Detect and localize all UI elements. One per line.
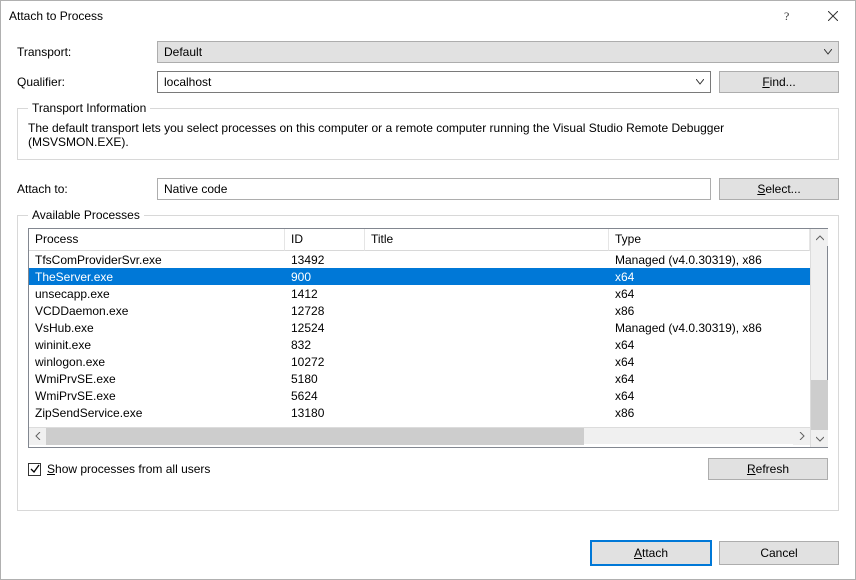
attach-to-value-box: Native code: [157, 178, 711, 200]
horizontal-scrollbar[interactable]: [29, 427, 810, 444]
process-row[interactable]: VsHub.exe12524 Managed (v4.0.30319), x86: [29, 319, 810, 336]
process-row[interactable]: WmiPrvSE.exe5624 x64: [29, 387, 810, 404]
process-cell-process: TheServer.exe: [29, 270, 285, 284]
qualifier-combobox[interactable]: localhost: [157, 71, 711, 93]
process-cell-process: TfsComProviderSvr.exe: [29, 253, 285, 267]
process-cell-id: 12524: [285, 321, 365, 335]
process-cell-process: unsecapp.exe: [29, 287, 285, 301]
qualifier-label: Qualifier:: [17, 75, 157, 89]
process-cell-id: 13180: [285, 406, 365, 420]
vertical-scrollbar[interactable]: [810, 229, 827, 447]
process-row[interactable]: ZipSendService.exe13180 x86: [29, 404, 810, 421]
process-cell-id: 832: [285, 338, 365, 352]
dialog-footer: Attach Cancel: [17, 541, 839, 565]
scroll-down-icon[interactable]: [811, 430, 828, 447]
process-row[interactable]: winlogon.exe10272 x64: [29, 353, 810, 370]
close-button[interactable]: [810, 2, 855, 31]
process-list-header[interactable]: Process ID Title Type: [29, 229, 810, 251]
process-cell-id: 900: [285, 270, 365, 284]
process-listview[interactable]: Process ID Title Type TfsComProviderSvr.…: [28, 228, 828, 448]
attach-to-label: Attach to:: [17, 182, 157, 196]
scroll-right-icon[interactable]: [793, 428, 810, 445]
show-all-users-label[interactable]: Show processes from all users: [47, 462, 210, 476]
column-id[interactable]: ID: [285, 229, 365, 251]
transport-info-legend: Transport Information: [28, 101, 150, 115]
vertical-scroll-thumb[interactable]: [811, 380, 828, 430]
process-row[interactable]: WmiPrvSE.exe5180 x64: [29, 370, 810, 387]
process-cell-type: x64: [609, 389, 810, 403]
column-process[interactable]: Process: [29, 229, 285, 251]
chevron-down-icon: [824, 49, 832, 55]
attach-to-value: Native code: [164, 182, 227, 196]
process-row[interactable]: wininit.exe832 x64: [29, 336, 810, 353]
chevron-down-icon: [696, 79, 704, 85]
process-cell-type: x64: [609, 338, 810, 352]
window-title: Attach to Process: [9, 9, 765, 23]
process-cell-type: x64: [609, 355, 810, 369]
refresh-button[interactable]: Refresh: [708, 458, 828, 480]
process-cell-type: x86: [609, 304, 810, 318]
process-cell-type: x64: [609, 270, 810, 284]
transport-label: Transport:: [17, 45, 157, 59]
qualifier-value: localhost: [164, 75, 211, 89]
column-type[interactable]: Type: [609, 229, 810, 251]
process-cell-process: WmiPrvSE.exe: [29, 372, 285, 386]
process-cell-type: x64: [609, 372, 810, 386]
process-cell-type: x86: [609, 406, 810, 420]
process-cell-type: Managed (v4.0.30319), x86: [609, 321, 810, 335]
transport-info-text: The default transport lets you select pr…: [28, 121, 828, 149]
process-cell-process: wininit.exe: [29, 338, 285, 352]
process-cell-process: VCDDaemon.exe: [29, 304, 285, 318]
process-cell-id: 13492: [285, 253, 365, 267]
horizontal-scroll-thumb[interactable]: [46, 428, 584, 445]
process-cell-id: 12728: [285, 304, 365, 318]
process-cell-id: 5180: [285, 372, 365, 386]
process-cell-id: 5624: [285, 389, 365, 403]
transport-info-group: Transport Information The default transp…: [17, 101, 839, 160]
process-cell-id: 10272: [285, 355, 365, 369]
show-all-users-checkbox[interactable]: [28, 463, 41, 476]
attach-button[interactable]: Attach: [591, 541, 711, 565]
process-cell-process: VsHub.exe: [29, 321, 285, 335]
help-button[interactable]: ?: [765, 2, 810, 31]
process-cell-process: ZipSendService.exe: [29, 406, 285, 420]
process-cell-id: 1412: [285, 287, 365, 301]
svg-text:?: ?: [784, 10, 789, 22]
process-cell-process: WmiPrvSE.exe: [29, 389, 285, 403]
select-button[interactable]: Select...: [719, 178, 839, 200]
title-bar: Attach to Process ?: [1, 1, 855, 31]
process-row[interactable]: TheServer.exe900 x64: [29, 268, 810, 285]
process-cell-type: x64: [609, 287, 810, 301]
available-processes-legend: Available Processes: [28, 208, 144, 222]
process-row[interactable]: VCDDaemon.exe12728 x86: [29, 302, 810, 319]
process-row[interactable]: unsecapp.exe1412 x64: [29, 285, 810, 302]
process-row[interactable]: TfsComProviderSvr.exe13492 Managed (v4.0.…: [29, 251, 810, 268]
process-cell-type: Managed (v4.0.30319), x86: [609, 253, 810, 267]
column-title[interactable]: Title: [365, 229, 609, 251]
process-cell-process: winlogon.exe: [29, 355, 285, 369]
transport-value: Default: [164, 45, 202, 59]
available-processes-group: Available Processes Process ID Title Typ…: [17, 208, 839, 511]
transport-dropdown[interactable]: Default: [157, 41, 839, 63]
cancel-button[interactable]: Cancel: [719, 541, 839, 565]
find-button[interactable]: Find...: [719, 71, 839, 93]
scroll-up-icon[interactable]: [811, 229, 828, 246]
scroll-left-icon[interactable]: [29, 428, 46, 445]
